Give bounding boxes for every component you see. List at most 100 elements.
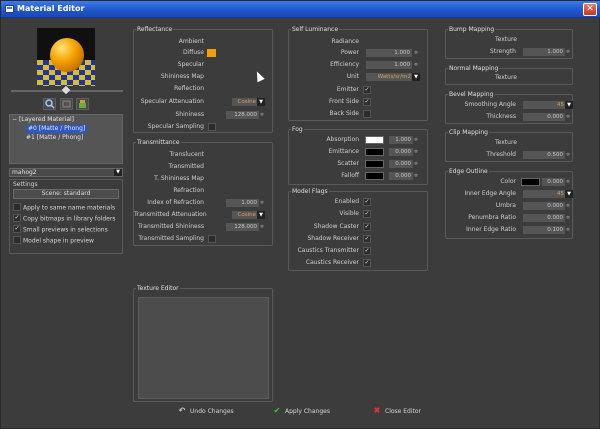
tree-root[interactable]: − [Layered Material] [12,116,74,124]
spinner-icon[interactable]: ≑ [259,223,265,231]
emitter-checkbox[interactable]: ✓ [363,86,371,94]
falloff-input[interactable]: 0.000 [389,172,413,180]
tree-item-layer-1[interactable]: #1 [Matte / Phong] [26,134,83,142]
texture-editor-canvas[interactable] [138,297,269,399]
library-tool-button[interactable] [76,98,89,110]
edge-color-swatch[interactable] [521,178,540,186]
translucent-label[interactable]: Translucent [134,151,204,159]
power-label: Power [340,49,359,56]
scene-button[interactable]: Scene: standard [13,189,119,199]
efficiency-input[interactable]: 1.000 [366,61,412,69]
smoothing-angle-select[interactable]: 45 ▼ [523,101,573,109]
specular-sampling-checkbox[interactable] [208,123,216,131]
transmitted-attenuation-select[interactable]: Cosine ▼ [232,211,265,219]
clip-texture-label[interactable]: Texture [446,139,566,147]
front-side-checkbox[interactable]: ✓ [363,98,371,106]
close-window-button[interactable]: ✕ [583,3,597,16]
transmitted-sampling-checkbox[interactable] [208,235,216,243]
emittance-input[interactable]: 0.000 [389,148,413,156]
normal-texture-label[interactable]: Texture [446,74,566,82]
spinner-icon[interactable]: ≑ [565,214,571,222]
strength-input[interactable]: 1.000 [523,48,565,56]
spinner-icon[interactable]: ≑ [413,172,419,180]
inner-edge-angle-select[interactable]: 45 ▼ [523,190,573,198]
option-model-shape[interactable]: Model shape in preview [13,236,94,245]
back-side-checkbox[interactable] [363,110,371,118]
spinner-icon[interactable]: ≑ [565,226,571,234]
chevron-down-icon: ▼ [412,73,420,81]
caustics-transmitter-checkbox[interactable]: ✓ [363,247,371,255]
option-copy-bitmaps[interactable]: ✓ Copy bitmaps in library folders [13,214,115,223]
undo-changes-button[interactable]: ↶ Undo Changes [177,406,234,416]
spinner-icon[interactable]: ≑ [413,148,419,156]
penumbra-ratio-input[interactable]: 0.000 [523,214,565,222]
option-small-previews[interactable]: ✓ Small previews in selections [13,225,108,234]
scatter-color-swatch[interactable] [365,160,384,168]
spinner-icon[interactable]: ≑ [413,61,419,69]
inner-edge-ratio-input[interactable]: 0.100 [523,226,565,234]
transmitted-label[interactable]: Transmitted [134,163,204,171]
spinner-icon[interactable]: ≑ [565,178,571,186]
apply-changes-button[interactable]: ✔ Apply Changes [272,406,330,416]
specular-attenuation-select[interactable]: Cosine ▼ [232,98,265,106]
select-value: Cosine [237,212,256,218]
emitter-label: Emitter [336,86,359,93]
checkbox[interactable]: ✓ [13,225,21,233]
option-apply-same-name[interactable]: Apply to same name materials [13,203,115,212]
threshold-input[interactable]: 0.500 [523,151,565,159]
title-bar[interactable]: Material Editor ✕ [1,1,600,18]
spinner-icon[interactable]: ≑ [565,48,571,56]
spinner-icon[interactable]: ≑ [565,151,571,159]
layer-tree[interactable]: − [Layered Material] #0 [Matte / Phong] … [9,114,123,164]
shininess-input[interactable]: 128.000 [226,111,259,119]
unit-select[interactable]: Watts/sr/m2 ▼ [366,73,420,81]
material-select[interactable]: mahog2 ▼ [9,168,123,177]
visible-checkbox[interactable]: ✓ [363,210,371,218]
enabled-checkbox[interactable]: ✓ [363,198,371,206]
checkbox[interactable] [13,236,21,244]
diffuse-color-swatch[interactable] [207,49,216,57]
shadow-receiver-checkbox[interactable]: ✓ [363,235,371,243]
checkbox[interactable]: ✓ [13,214,21,222]
zoom-tool-button[interactable] [43,98,56,110]
spinner-icon[interactable]: ≑ [565,113,571,121]
power-input[interactable]: 1.000 [366,49,412,57]
tree-item-layer-0[interactable]: #0 [Matte / Phong] [26,125,88,133]
t-shininess-map-label[interactable]: T. Shininess Map [134,175,204,183]
reflection-label[interactable]: Reflection [134,85,204,93]
bump-texture-label[interactable]: Texture [446,36,566,44]
falloff-color-swatch[interactable] [365,172,384,180]
close-editor-button[interactable]: ✖ Close Editor [372,406,421,416]
absorption-color-swatch[interactable] [365,136,384,144]
radiance-label[interactable]: Radiance [289,38,359,46]
emittance-label: Emittance [328,148,359,155]
render-tool-button[interactable] [60,98,73,110]
scatter-input[interactable]: 0.000 [389,160,413,168]
ambient-label[interactable]: Ambient [134,38,204,46]
absorption-input[interactable]: 1.000 [389,136,413,144]
spinner-icon[interactable]: ≑ [413,136,419,144]
preview-slider-knob[interactable] [61,85,71,95]
spinner-icon[interactable]: ≑ [565,202,571,210]
checkbox[interactable] [13,203,21,211]
emittance-color-swatch[interactable] [365,148,384,156]
refraction-label[interactable]: Refraction [134,187,204,195]
shadow-caster-checkbox[interactable]: ✓ [363,223,371,231]
spinner-icon[interactable]: ≑ [259,111,265,119]
spinner-icon[interactable]: ≑ [259,199,265,207]
edge-color-input[interactable]: 0.000 [542,178,565,186]
diffuse-label[interactable]: Diffuse [134,49,204,57]
ior-input[interactable]: 1.000 [226,199,259,207]
material-preview [37,28,95,86]
umbra-input[interactable]: 0.000 [523,202,565,210]
shininess-map-label[interactable]: Shininess Map [134,73,204,81]
texture-editor-panel: Texture Editor [133,285,273,402]
thickness-input[interactable]: 0.000 [523,113,565,121]
tree-collapse-toggle[interactable]: − [12,116,19,123]
caustics-receiver-checkbox[interactable]: ✓ [363,259,371,267]
select-value: 45 [557,191,564,197]
specular-label[interactable]: Specular [134,61,204,69]
transmitted-shininess-input[interactable]: 128.000 [226,223,259,231]
spinner-icon[interactable]: ≑ [413,49,419,57]
spinner-icon[interactable]: ≑ [413,160,419,168]
